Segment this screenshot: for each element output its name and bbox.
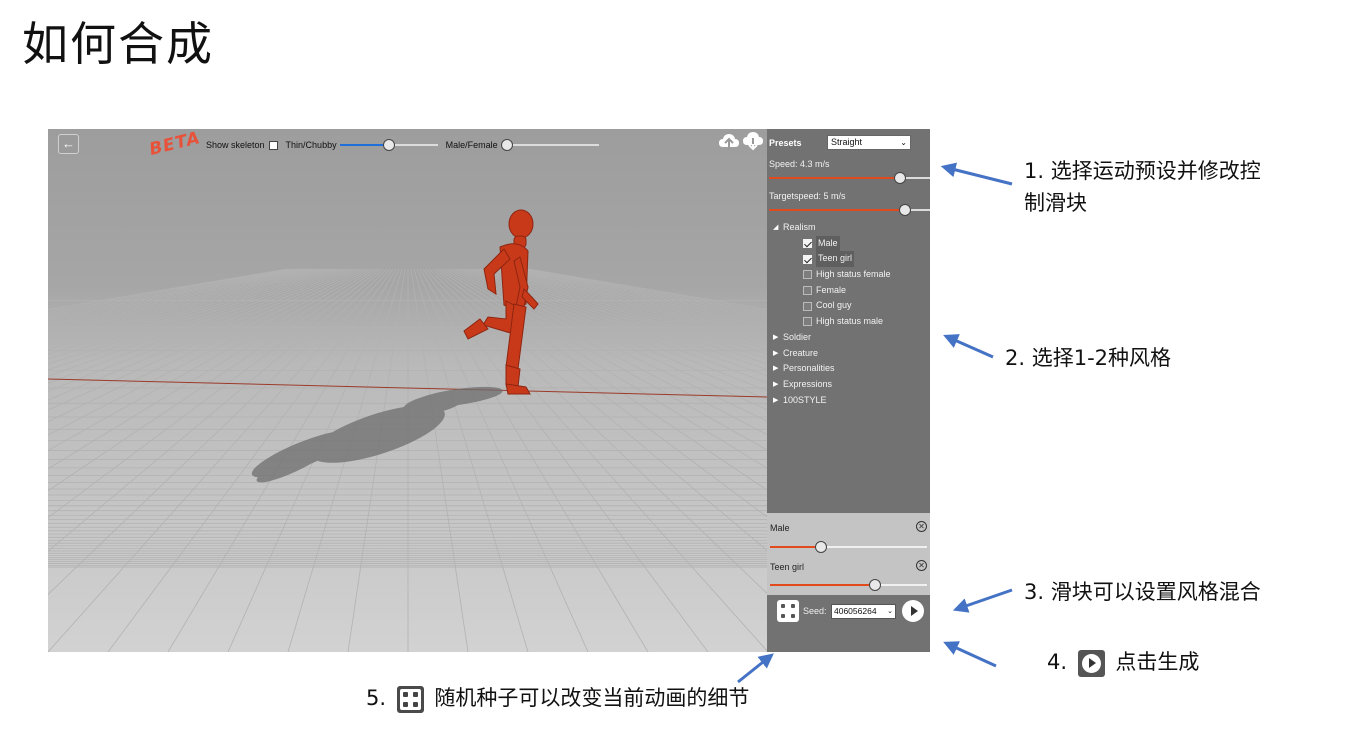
annotation-3: 3. 滑块可以设置风格混合 [1024, 580, 1261, 604]
annotation-4-text: 点击生成 [1115, 650, 1200, 674]
dice-icon [396, 685, 424, 713]
annotation-2: 2. 选择1-2种风格 [1005, 346, 1172, 370]
annotation-5-number: 5. [366, 686, 387, 710]
annotation-1-line-2: 制滑块 [1024, 191, 1087, 215]
play-icon [1077, 649, 1105, 677]
annotation-1-line-1: 1. 选择运动预设并修改控 [1024, 159, 1261, 183]
annotation-4-number: 4. [1047, 650, 1068, 674]
annotation-5: 5. 随机种子可以改变当前动画的细节 [366, 682, 749, 714]
annotation-1: 1. 选择运动预设并修改控 制滑块 [1024, 155, 1261, 219]
annotation-4: 4. 点击生成 [1047, 646, 1199, 678]
annotation-5-text: 随机种子可以改变当前动画的细节 [434, 686, 750, 710]
